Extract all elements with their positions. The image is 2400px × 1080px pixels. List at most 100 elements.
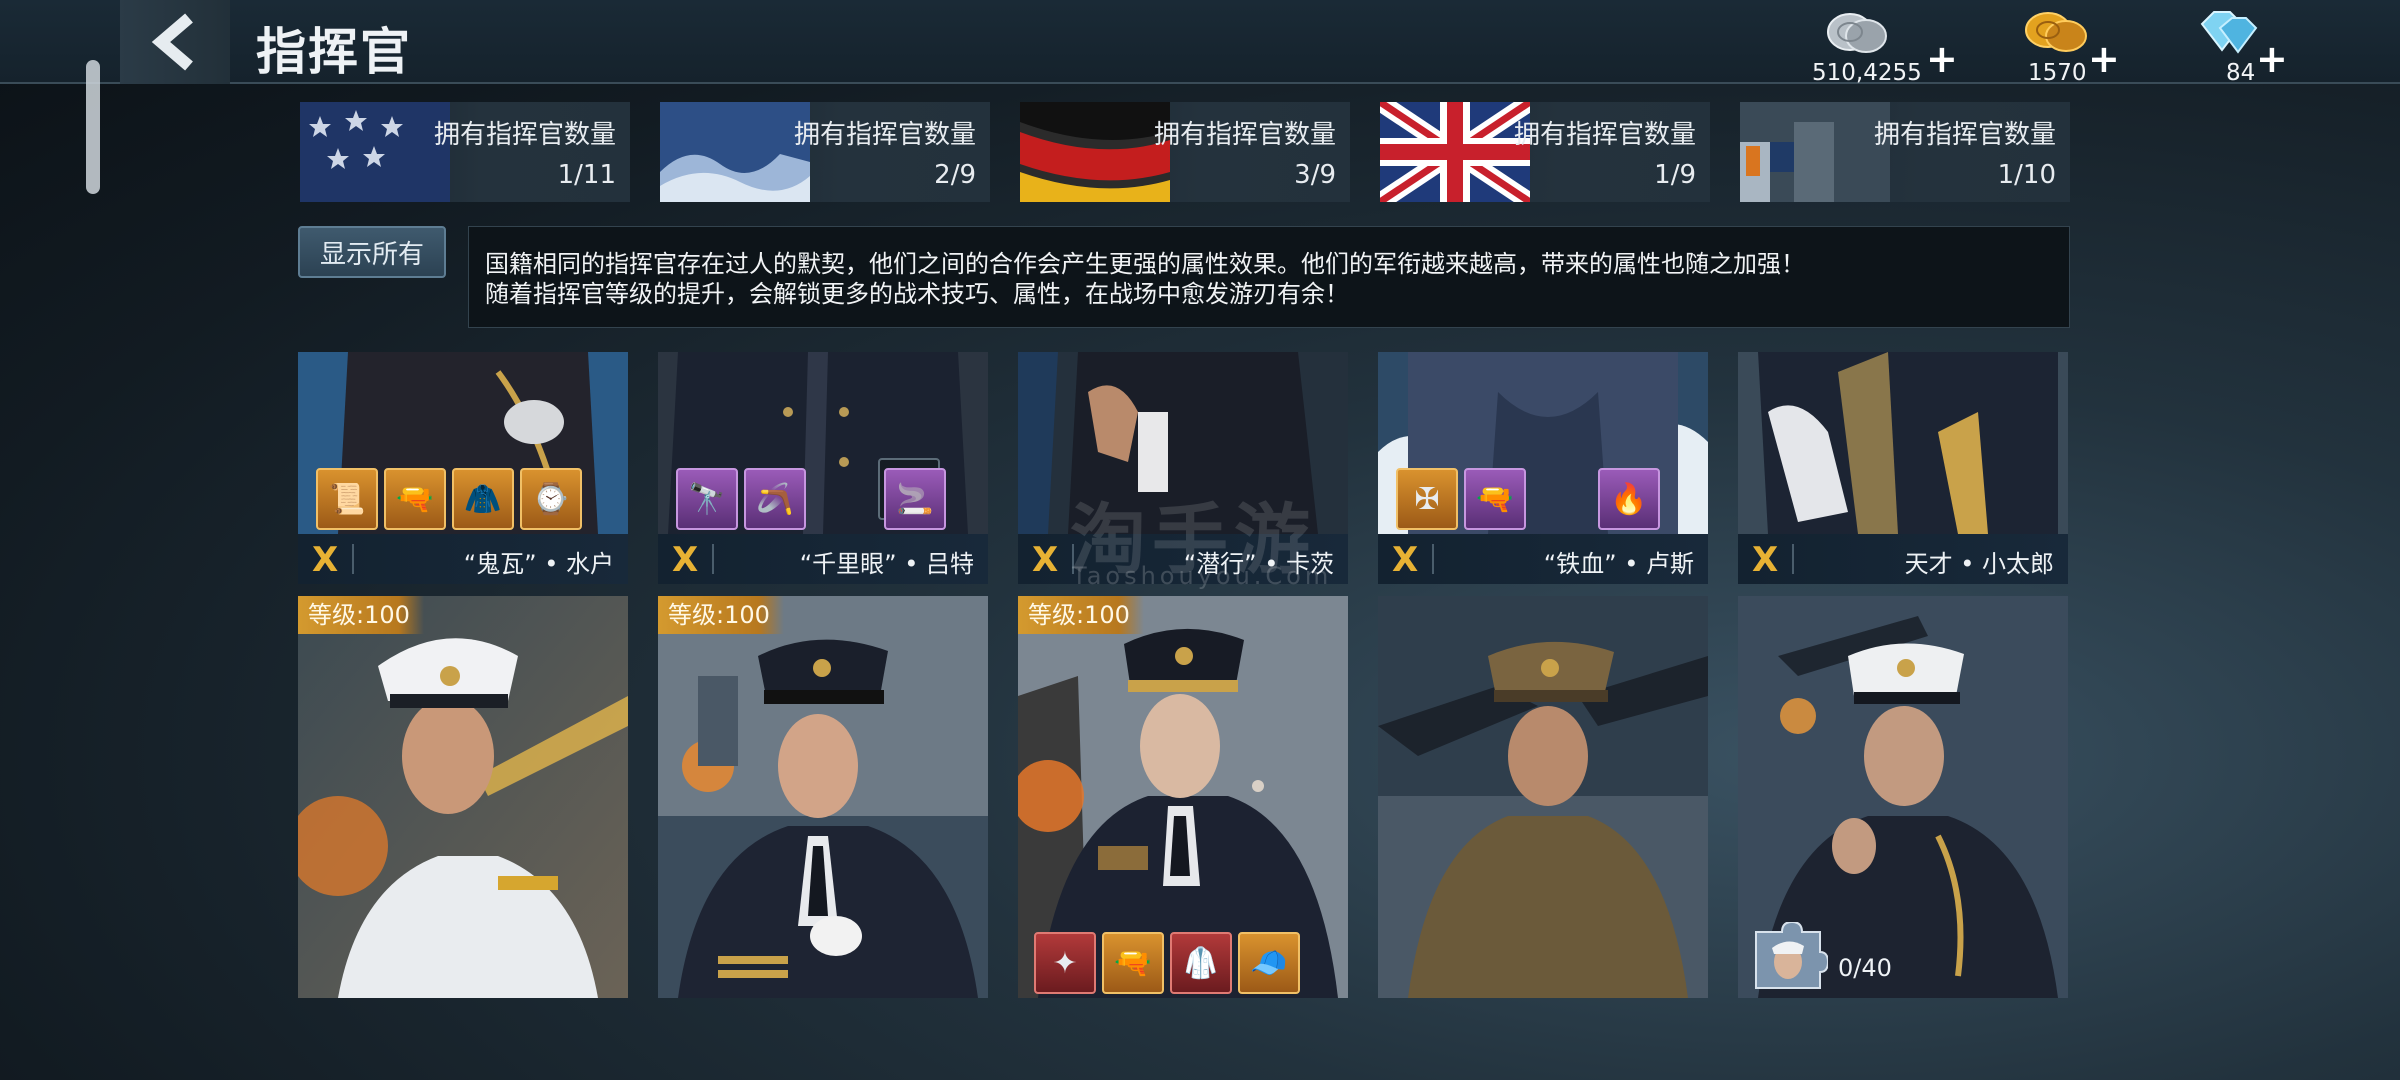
nation-tab-germany[interactable]: 拥有指挥官数量 3/9: [1020, 102, 1350, 202]
commander-name: 天才 • 小太郎: [1904, 550, 2054, 578]
medal-star-icon: ✦: [1052, 945, 1078, 981]
gold-coins-icon: [2025, 12, 2087, 52]
commander-card[interactable]: 等级:100 ✦ 🔫 🥼 🧢: [1018, 596, 1348, 998]
commander-namebar: X 天才 • 小太郎: [1738, 534, 2068, 584]
equip-slot[interactable]: 🔫: [1102, 932, 1164, 994]
commander-name: “铁血” • 卢斯: [1543, 550, 1694, 578]
pipe-icon: 🚬: [896, 481, 934, 517]
boomerang-icon: 🪃: [756, 481, 794, 517]
commander-portrait: [658, 596, 988, 998]
uk-flag-icon: [1380, 102, 1530, 202]
back-button[interactable]: [120, 0, 230, 84]
rank-badge: X: [1032, 540, 1059, 580]
info-line-1: 国籍相同的指挥官存在过人的默契，他们之间的合作会产生更强的属性效果。他们的军衔越…: [485, 250, 1805, 278]
equip-slot[interactable]: 📜: [316, 468, 378, 530]
diamond-icon: [2200, 11, 2258, 54]
commander-portrait: [1738, 352, 2068, 534]
add-silver-icon[interactable]: +: [1926, 40, 1958, 78]
nation-label: 拥有指挥官数量: [1873, 120, 2056, 150]
nation-count: 1/10: [1997, 160, 2056, 190]
pocket-watch-icon: ⌚: [532, 481, 570, 517]
chevron-left-icon: [151, 13, 193, 71]
watermark-url: Taoshouyou.Com: [1072, 562, 1333, 590]
pistol-icon: 🔫: [1476, 481, 1514, 517]
commander-card[interactable]: 等级:100: [298, 596, 628, 998]
commander-card-mito[interactable]: 📜 🔫 🧥 ⌚ X “鬼瓦” • 水户: [298, 352, 628, 584]
puzzle-fragment-icon: [1755, 922, 1828, 989]
add-gold-icon[interactable]: +: [2088, 40, 2120, 78]
equip-slot[interactable]: 🚬: [884, 468, 946, 530]
rank-badge: X: [1752, 540, 1779, 580]
equip-slot[interactable]: ✦: [1034, 932, 1096, 994]
commander-card-lutter[interactable]: 🔭 🪃 🚬 X “千里眼” • 吕特: [658, 352, 988, 584]
nation-tab-other[interactable]: 拥有指挥官数量 1/10: [1740, 102, 2070, 202]
rank-badge: X: [312, 540, 339, 580]
equip-slot[interactable]: 🔫: [1464, 468, 1526, 530]
equip-slot[interactable]: 🧢: [1238, 932, 1300, 994]
divider: [352, 544, 354, 574]
harbor-flag-icon: [1740, 102, 1890, 202]
coat-icon: 🥼: [1182, 945, 1220, 981]
commander-portrait: [1378, 596, 1708, 998]
nation-count: 1/11: [557, 160, 616, 190]
fragment-count: 0/40: [1838, 954, 1892, 982]
rank-badge: X: [672, 540, 699, 580]
add-diamond-icon[interactable]: +: [2256, 40, 2288, 78]
diamond-amount: 84: [2226, 60, 2256, 86]
commander-card-kotaro[interactable]: X 天才 • 小太郎: [1738, 352, 2068, 584]
rifle-icon: 🔫: [396, 481, 434, 517]
equip-slot[interactable]: 🥼: [1170, 932, 1232, 994]
nation-tab-japan[interactable]: 拥有指挥官数量 2/9: [660, 102, 990, 202]
level-tag: 等级:100: [1018, 596, 1144, 634]
divider: [1432, 544, 1434, 574]
cap-icon: 🧢: [1250, 945, 1288, 981]
commander-card[interactable]: 等级:100: [658, 596, 988, 998]
revolver-icon: 🔫: [1114, 945, 1152, 981]
germany-flag-icon: [1020, 102, 1170, 202]
nation-label: 拥有指挥官数量: [793, 120, 976, 150]
commander-name: “千里眼” • 吕特: [799, 550, 974, 578]
equip-slot[interactable]: ⌚: [520, 468, 582, 530]
equip-slot[interactable]: ✠: [1396, 468, 1458, 530]
nation-tab-uk[interactable]: 拥有指挥官数量 1/9: [1380, 102, 1710, 202]
medal-cross-icon: ✠: [1414, 481, 1440, 517]
nation-tab-usa[interactable]: 拥有指挥官数量 1/11: [300, 102, 630, 202]
jacket-icon: 🧥: [464, 481, 502, 517]
side-scroll-handle[interactable]: [86, 60, 100, 194]
silver-amount: 510,4255: [1812, 60, 1922, 86]
commander-namebar: X “铁血” • 卢斯: [1378, 534, 1708, 584]
nation-label: 拥有指挥官数量: [433, 120, 616, 150]
nation-count: 3/9: [1294, 160, 1336, 190]
nation-count: 2/9: [934, 160, 976, 190]
commander-name: “鬼瓦” • 水户: [463, 550, 614, 578]
nation-label: 拥有指挥官数量: [1513, 120, 1696, 150]
commander-card-fragment[interactable]: 0/40: [1738, 596, 2068, 998]
equip-slot[interactable]: 🔭: [676, 468, 738, 530]
level-tag: 等级:100: [298, 596, 424, 634]
gold-currency[interactable]: 1570 +: [2000, 6, 2130, 86]
level-tag: 等级:100: [658, 596, 784, 634]
info-line-2: 随着指挥官等级的提升，会解锁更多的战术技巧、属性，在战场中愈发游刃有余！: [485, 280, 1349, 308]
commander-card-locked[interactable]: [1378, 596, 1708, 998]
commander-portrait: [298, 596, 628, 998]
silver-currency[interactable]: 510,4255 +: [1800, 6, 1960, 86]
info-description: 国籍相同的指挥官存在过人的默契，他们之间的合作会产生更强的属性效果。他们的军衔越…: [468, 226, 2070, 328]
lighter-icon: 🔥: [1610, 481, 1648, 517]
equip-slot[interactable]: 🪃: [744, 468, 806, 530]
equip-slot[interactable]: 🧥: [452, 468, 514, 530]
scroll-icon: 📜: [328, 481, 366, 517]
diamond-currency[interactable]: 84 +: [2170, 6, 2300, 86]
page-title: 指挥官: [256, 23, 412, 81]
usa-flag-icon: [300, 102, 450, 202]
show-all-button[interactable]: 显示所有: [298, 226, 446, 278]
commander-card-luce[interactable]: ✠ 🔫 🔥 X “铁血” • 卢斯: [1378, 352, 1708, 584]
nation-label: 拥有指挥官数量: [1153, 120, 1336, 150]
equip-slot[interactable]: 🔫: [384, 468, 446, 530]
silver-coins-icon: [1827, 13, 1887, 53]
rank-badge: X: [1392, 540, 1419, 580]
commander-namebar: X “鬼瓦” • 水户: [298, 534, 628, 584]
gold-amount: 1570: [2028, 60, 2087, 86]
equip-slot[interactable]: 🔥: [1598, 468, 1660, 530]
japan-wave-flag-icon: [660, 102, 810, 202]
divider: [712, 544, 714, 574]
